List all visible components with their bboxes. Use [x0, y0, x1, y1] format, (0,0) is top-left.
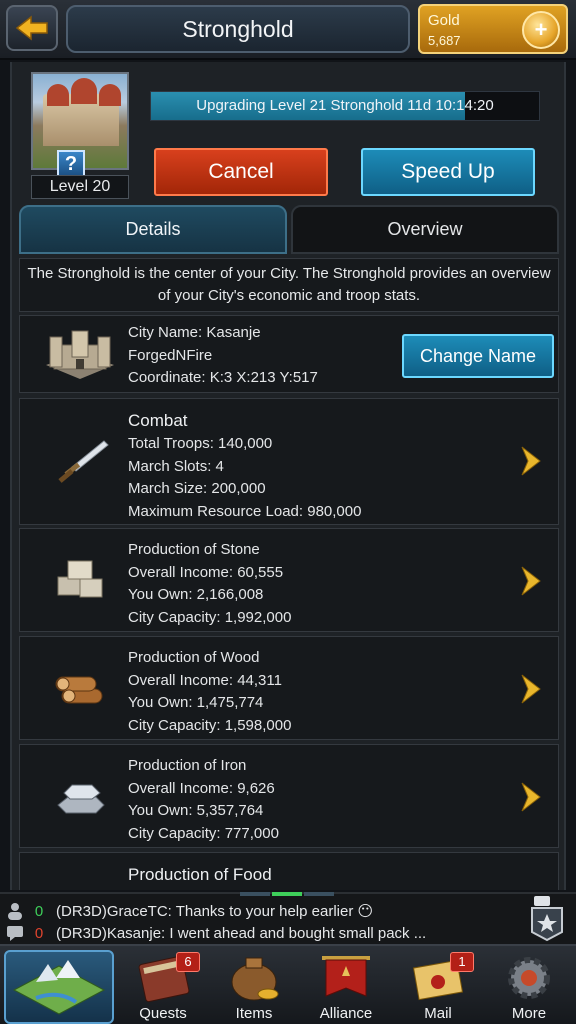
wood-heading: Production of Wood	[128, 649, 260, 666]
bottom-nav: 6 Quests Items Alliance 1 Mail More	[0, 944, 576, 1024]
stone-line: You Own: 2,166,008	[128, 586, 264, 603]
food-heading: Production of Food	[128, 865, 272, 884]
upgrade-status-text: Upgrading Level 21 Stronghold 11d 10:14:…	[196, 97, 494, 114]
chevron-right-icon[interactable]	[520, 445, 542, 477]
combat-heading: Combat	[128, 411, 188, 430]
change-name-button[interactable]: Change Name	[402, 334, 554, 378]
back-button[interactable]	[6, 5, 58, 51]
stone-production-card[interactable]: Production of Stone Overall Income: 60,5…	[19, 528, 559, 632]
top-bar: Stronghold Gold 5,687 +	[0, 0, 576, 60]
tab-overview[interactable]: Overview	[291, 205, 559, 254]
gold-value: 5,687	[428, 33, 461, 48]
upgrade-progress-bar: Upgrading Level 21 Stronghold 11d 10:14:…	[150, 91, 540, 121]
cancel-button[interactable]: Cancel	[154, 148, 328, 196]
chevron-right-icon[interactable]	[520, 565, 542, 597]
chat-message: (DR3D)GraceTC: Thanks to your help earli…	[56, 903, 374, 920]
chat-page-indicator	[240, 892, 334, 896]
iron-heading: Production of Iron	[128, 757, 247, 774]
chat-count: 0	[34, 902, 44, 920]
castle-icon	[40, 320, 120, 390]
more-label: More	[511, 1005, 547, 1022]
iron-line: Overall Income: 9,626	[128, 779, 275, 797]
quests-label: Quests	[139, 1005, 187, 1022]
alliance-chat-icon[interactable]	[528, 896, 566, 942]
food-production-card[interactable]: Production of Food	[19, 852, 559, 890]
tab-details[interactable]: Details	[19, 205, 287, 254]
chat-preview[interactable]: 0 (DR3D)GraceTC: Thanks to your help ear…	[0, 892, 576, 944]
nav-world-map[interactable]	[4, 950, 114, 1024]
stronghold-image: ?	[31, 72, 129, 178]
stronghold-panel: ? Level 20 Upgrading Level 21 Stronghold…	[10, 62, 566, 890]
combat-line: Total Troops: 140,000	[128, 435, 273, 452]
items-label: Items	[235, 1005, 273, 1022]
stone-heading: Production of Stone	[128, 541, 260, 558]
chat-message: (DR3D)Kasanje: I went ahead and bought s…	[56, 924, 427, 942]
nav-alliance[interactable]: Alliance	[302, 950, 390, 1024]
wood-line: City Capacity: 1,598,000	[128, 716, 292, 734]
chat-count: 0	[34, 924, 44, 942]
quests-badge: 6	[176, 952, 200, 972]
page-title: Stronghold	[66, 5, 410, 53]
stone-blocks-icon	[40, 545, 120, 615]
city-name-text: City Name: Kasanje	[128, 324, 261, 341]
combat-card[interactable]: Combat Total Troops: 140,000 March Slots…	[19, 398, 559, 525]
stone-line: Overall Income: 60,555	[128, 563, 284, 581]
mail-label: Mail	[424, 1005, 452, 1022]
building-description: The Stronghold is the center of your Cit…	[19, 258, 559, 312]
chat-bubble-icon	[7, 926, 23, 941]
city-info-card: City Name: Kasanje ForgedNFire Coordinat…	[19, 315, 559, 393]
coordinate-text: Coordinate: K:3 X:213 Y:517	[128, 369, 318, 386]
gold-label: Gold	[428, 12, 460, 29]
player-name-text: ForgedNFire	[128, 346, 213, 364]
combat-line: March Size: 200,000	[128, 480, 266, 497]
person-icon	[8, 903, 22, 920]
iron-ingots-icon	[40, 761, 120, 831]
stone-line: City Capacity: 1,992,000	[128, 608, 292, 626]
tab-bar: Details Overview	[19, 205, 559, 254]
help-question-icon[interactable]: ?	[57, 150, 85, 178]
wood-production-card[interactable]: Production of Wood Overall Income: 44,31…	[19, 636, 559, 740]
gold-balance[interactable]: Gold 5,687 +	[418, 4, 568, 54]
world-map-icon	[12, 960, 106, 1015]
gold-coin-icon[interactable]: +	[522, 11, 560, 49]
alliance-banner-icon	[322, 956, 370, 997]
sword-icon	[40, 427, 120, 497]
iron-line: City Capacity: 777,000	[128, 824, 279, 842]
back-arrow-icon	[15, 15, 48, 41]
chat-row[interactable]: 0 (DR3D)Kasanje: I went ahead and bought…	[6, 922, 426, 944]
items-bag-icon	[231, 957, 279, 1001]
nav-mail[interactable]: 1 Mail	[394, 950, 482, 1024]
nav-more[interactable]: More	[486, 950, 572, 1024]
alliance-label: Alliance	[319, 1005, 373, 1022]
wood-logs-icon	[40, 653, 120, 723]
mail-badge: 1	[450, 952, 474, 972]
iron-production-card[interactable]: Production of Iron Overall Income: 9,626…	[19, 744, 559, 848]
building-level: Level 20	[31, 175, 129, 199]
combat-line: March Slots: 4	[128, 457, 224, 475]
gear-icon	[508, 957, 550, 999]
wood-line: You Own: 1,475,774	[128, 694, 264, 711]
speed-up-button[interactable]: Speed Up	[361, 148, 535, 196]
iron-line: You Own: 5,357,764	[128, 802, 264, 819]
nav-quests[interactable]: 6 Quests	[118, 950, 208, 1024]
combat-line: Maximum Resource Load: 980,000	[128, 502, 362, 520]
chevron-right-icon[interactable]	[520, 781, 542, 813]
wood-line: Overall Income: 44,311	[128, 671, 282, 689]
chat-row[interactable]: 0 (DR3D)GraceTC: Thanks to your help ear…	[6, 900, 373, 922]
chevron-right-icon[interactable]	[520, 673, 542, 705]
nav-items[interactable]: Items	[210, 950, 298, 1024]
